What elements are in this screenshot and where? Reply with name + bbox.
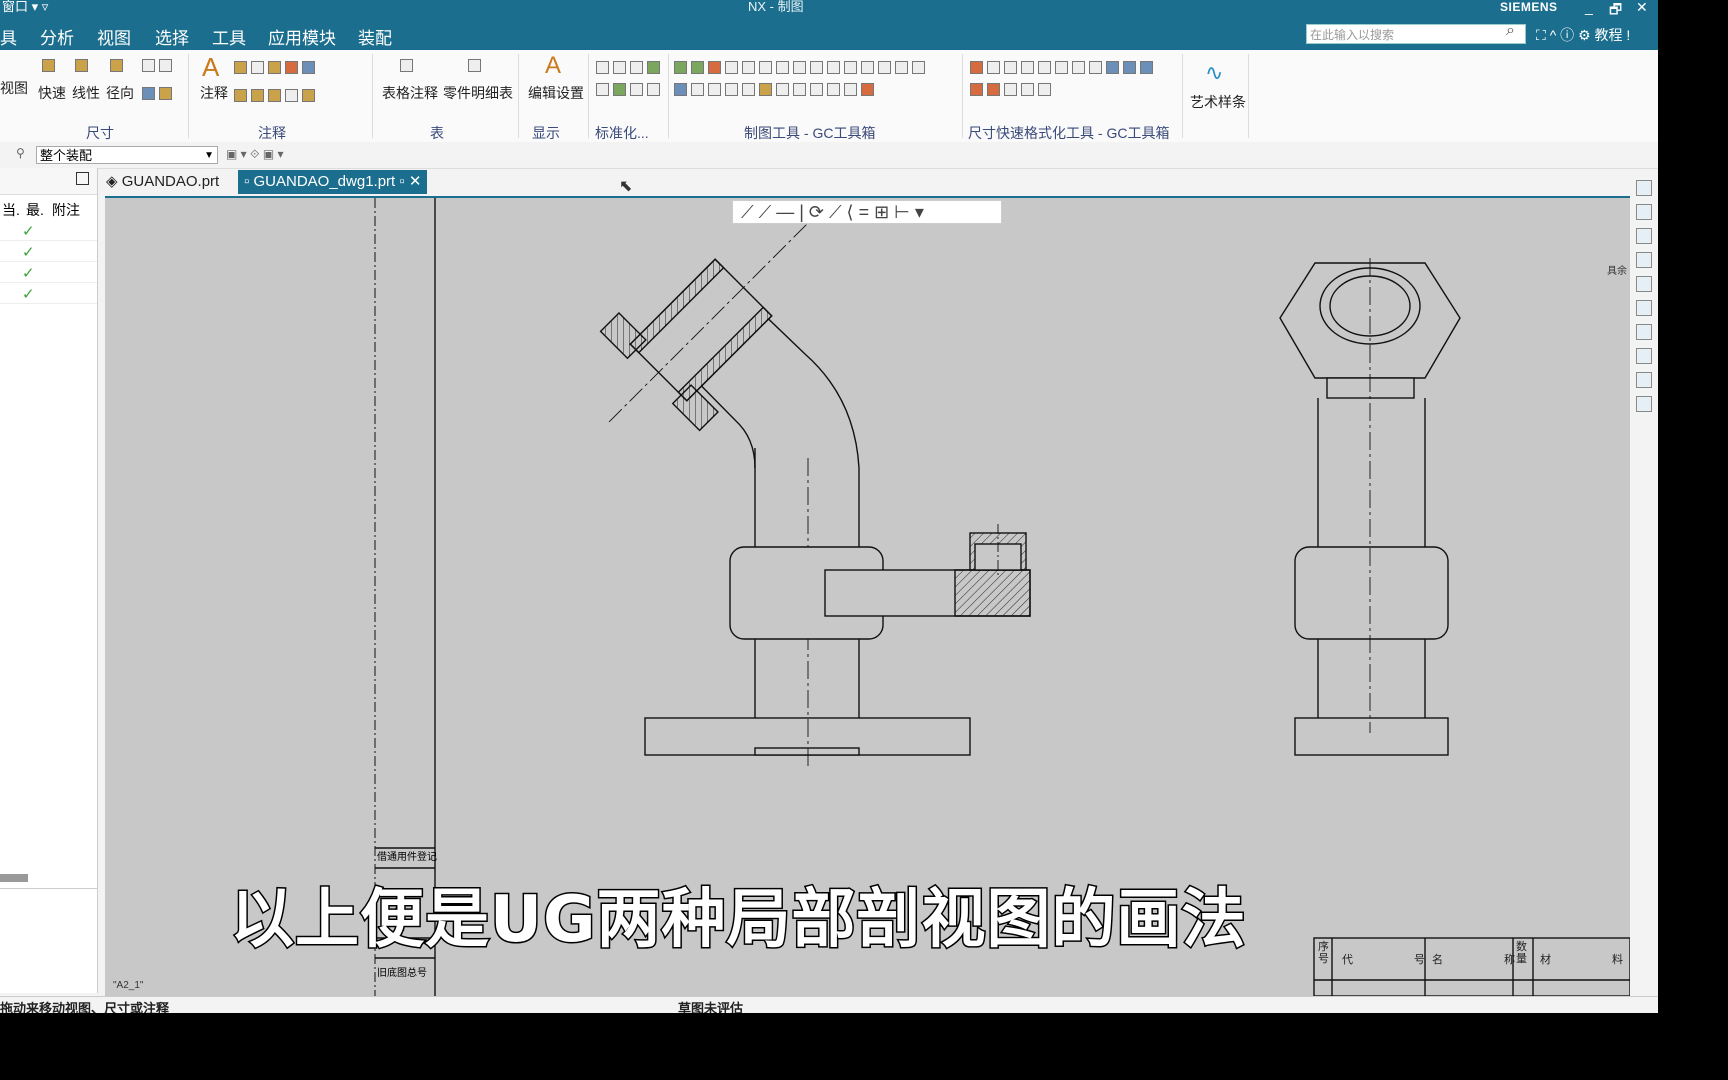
side-view[interactable] [1279, 258, 1461, 756]
window-title: NX - 制图 [748, 0, 804, 14]
gc-toolbox-icons-row2[interactable] [672, 80, 876, 97]
resource-icon[interactable] [1636, 204, 1652, 220]
menu-view[interactable]: 视图 [97, 24, 131, 49]
ribbon: 视图 快速 线性 径向 A 注释 表格注释 零件明细表 A 编辑设置 ∿ 艺术样… [0, 50, 1658, 143]
list-item[interactable]: ✓ [0, 283, 97, 304]
group-label-gc-toolbox[interactable]: 制图工具 - GC工具箱 [744, 123, 875, 143]
table-note-icon [398, 56, 415, 73]
minimize-button[interactable]: _ [1585, 0, 1593, 15]
angular-dim-icon[interactable] [140, 56, 174, 73]
gc-toolbox-icons[interactable] [672, 58, 927, 75]
standardize-icons[interactable] [594, 58, 662, 75]
right-edge-label: 具余 [1607, 266, 1627, 277]
search-icon[interactable]: ⌕ [1506, 22, 1515, 40]
maximize-panel-icon[interactable] [76, 172, 89, 185]
sketch-status: 草图未评估 [678, 1001, 744, 1013]
edit-settings-icon: A [545, 52, 562, 79]
resource-bar [1630, 170, 1658, 994]
siemens-logo: SIEMENS [1500, 0, 1558, 14]
status-message: 拖动来移动视图、尺寸或注释 [0, 1001, 170, 1013]
view-button[interactable]: 视图 [0, 78, 28, 98]
resource-icon[interactable] [1636, 276, 1652, 292]
group-label-display[interactable]: 显示 [532, 123, 560, 143]
resource-icon[interactable] [1636, 348, 1652, 364]
resource-icon[interactable] [1636, 324, 1652, 340]
part-icon: ◈ [106, 173, 122, 190]
strip-label-old-drawing: 旧底图总号 [377, 968, 427, 979]
edit-settings-button[interactable]: 编辑设置 [528, 83, 584, 103]
drawing-icon: ▫ [244, 173, 254, 190]
group-label-table[interactable]: 表 [430, 123, 444, 143]
resource-icon[interactable] [1636, 300, 1652, 316]
check-icon: ✓ [22, 244, 35, 261]
menu-select[interactable]: 选择 [155, 24, 189, 49]
search-input[interactable]: 在此输入以搜索 [1306, 24, 1526, 44]
tab-guandao-prt[interactable]: ◈ GUANDAO.prt [100, 170, 226, 194]
check-icon: ✓ [22, 223, 35, 240]
note-button[interactable]: 注释 [200, 83, 228, 103]
menu-assembly[interactable]: 装配 [358, 24, 392, 49]
art-spline-icon: ∿ [1205, 60, 1224, 85]
list-item[interactable]: ✓ [0, 241, 97, 262]
group-label-annotation[interactable]: 注释 [258, 123, 286, 143]
filter-icon[interactable]: ⚲ [16, 146, 25, 160]
standardize-icons-row2[interactable] [594, 80, 662, 97]
linear-dim-icon [73, 56, 90, 73]
front-view[interactable] [560, 198, 1031, 768]
assembly-scope-select[interactable]: 整个装配 ▼ [36, 146, 218, 164]
dim-format-icons-row2[interactable] [968, 80, 1053, 97]
status-bar: 拖动来移动视图、尺寸或注释 草图未评估 [0, 996, 1658, 1013]
table-note-button[interactable]: 表格注释 [382, 83, 438, 103]
close-button[interactable]: ✕ [1636, 0, 1648, 16]
help-controls[interactable]: ⛶ ^ ⓘ ⚙ 教程 ! [1536, 25, 1630, 45]
menu-tools[interactable]: 工具 [212, 24, 246, 49]
col-header-latest[interactable]: 最. [26, 200, 44, 220]
check-icon: ✓ [22, 286, 35, 303]
radial-button[interactable]: 径向 [106, 83, 134, 103]
group-label-dimension[interactable]: 尺寸 [86, 123, 114, 143]
quick-button[interactable]: 快速 [38, 83, 66, 103]
resource-icon[interactable] [1636, 228, 1652, 244]
parts-list-icon [466, 56, 483, 73]
title-block-headers: 序号 代 号 名 称 数量 材 料 [1318, 941, 1623, 966]
group-label-dim-format[interactable]: 尺寸快速格式化工具 - GC工具箱 [968, 123, 1169, 143]
nx-window: 窗口 ▾ ▿ NX - 制图 SIEMENS _ 🗗 ✕ 具 分析 视图 选择 … [0, 0, 1658, 1013]
linear-button[interactable]: 线性 [72, 83, 100, 103]
group-label-standardize[interactable]: 标准化... [595, 123, 649, 143]
sheet-name: "A2_1" [113, 980, 144, 991]
radial-dim-icon [108, 56, 125, 73]
selection-toolbar: ⚲ 整个装配 ▼ ▣ ▾ ⟐ ▣ ▾ [0, 142, 1658, 169]
resource-icon[interactable] [1636, 180, 1652, 196]
annotation-tools-icon-row2[interactable] [232, 86, 317, 103]
resource-icon[interactable] [1636, 372, 1652, 388]
tab-guandao-dwg[interactable]: ▫ GUANDAO_dwg1.prt ▫ ✕ [238, 170, 428, 194]
horizontal-scrollbar[interactable] [0, 874, 28, 882]
sketch-constraint-toolbar[interactable]: ⟋⟋—|⟳⟋⟨=⊞⊢▾ [732, 200, 1002, 224]
menu-tools-partial[interactable]: 具 [0, 24, 17, 49]
video-subtitle: 以上便是UG两种局部剖视图的画法 [229, 882, 1247, 959]
annotation-tools-icon[interactable] [232, 58, 317, 75]
part-navigator: 当. 最. 附注 ✓ ✓ ✓ ✓ [0, 168, 98, 993]
window-menu[interactable]: 窗口 ▾ ▿ [2, 0, 48, 14]
mouse-cursor-icon: ⬉ [619, 178, 633, 195]
parts-list-button[interactable]: 零件明细表 [443, 83, 513, 103]
menu-analysis[interactable]: 分析 [40, 24, 74, 49]
col-header-note[interactable]: 附注 [52, 200, 80, 220]
resource-icon[interactable] [1636, 396, 1652, 412]
dim-format-icons[interactable] [968, 58, 1155, 75]
title-bar: 窗口 ▾ ▿ NX - 制图 SIEMENS _ 🗗 ✕ [0, 0, 1658, 17]
check-icon: ✓ [22, 265, 35, 282]
art-spline-button[interactable]: 艺术样条 [1190, 92, 1246, 112]
menu-application[interactable]: 应用模块 [268, 24, 336, 49]
strip-label-general-parts: 借通用件登记 [377, 852, 437, 863]
quick-dim-icon [40, 56, 57, 73]
resource-icon[interactable] [1636, 252, 1652, 268]
list-item[interactable]: ✓ [0, 262, 97, 283]
chevron-down-icon: ▼ [204, 150, 214, 161]
ordinate-dim-icon[interactable] [140, 84, 174, 101]
col-header-current[interactable]: 当. [2, 200, 20, 220]
selection-options-icon[interactable]: ▣ ▾ ⟐ ▣ ▾ [226, 147, 284, 162]
list-item[interactable]: ✓ [0, 220, 97, 241]
note-icon: A [202, 52, 220, 82]
